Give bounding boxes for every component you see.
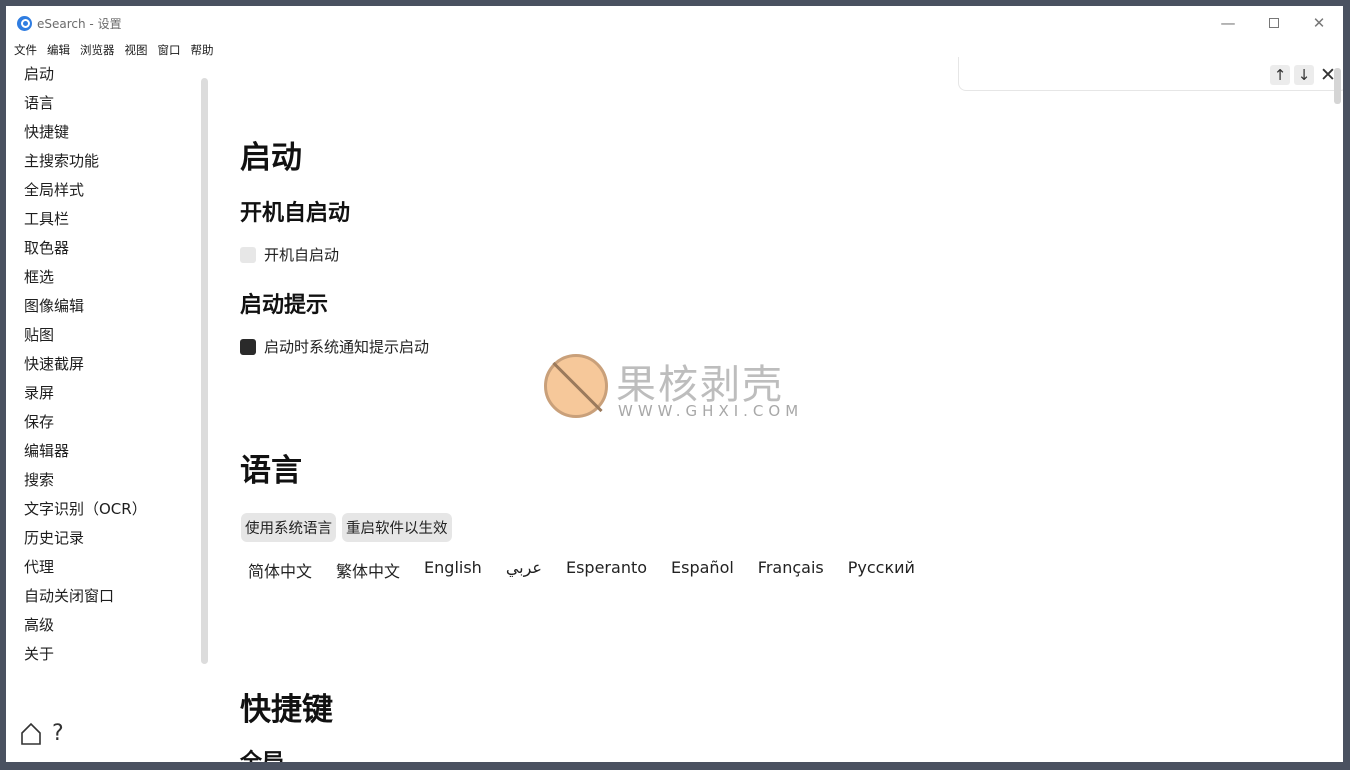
menu-window[interactable]: 窗口 [158, 42, 181, 58]
sidebar-item-editor[interactable]: 编辑器 [24, 441, 204, 470]
sidebar-item-startup[interactable]: 启动 [24, 64, 204, 93]
sidebar-item-toolbar[interactable]: 工具栏 [24, 209, 204, 238]
menu-file[interactable]: 文件 [14, 42, 37, 58]
sidebar-item-about[interactable]: 关于 [24, 644, 204, 673]
sidebar-item-history[interactable]: 历史记录 [24, 528, 204, 557]
section-title-startup: 启动 [240, 140, 302, 176]
sidebar-scrollbar[interactable] [201, 78, 208, 664]
main-scrollbar[interactable] [1334, 68, 1341, 104]
sidebar-item-global-style[interactable]: 全局样式 [24, 180, 204, 209]
find-panel: ↑ ↓ ✕ [958, 57, 1343, 91]
sidebar-item-record[interactable]: 录屏 [24, 383, 204, 412]
sidebar-item-pin[interactable]: 贴图 [24, 325, 204, 354]
maximize-button[interactable] [1257, 12, 1291, 34]
sidebar-item-save[interactable]: 保存 [24, 412, 204, 441]
lang-option[interactable]: Español [671, 558, 734, 582]
lang-option[interactable]: 简体中文 [248, 558, 312, 582]
menu-browser[interactable]: 浏览器 [80, 42, 115, 58]
sidebar-item-proxy[interactable]: 代理 [24, 557, 204, 586]
section-title-shortcuts: 快捷键 [240, 692, 333, 728]
home-icon[interactable] [20, 722, 42, 746]
startup-hint-checkbox[interactable] [240, 338, 256, 355]
sidebar-item-auto-close[interactable]: 自动关闭窗口 [24, 586, 204, 615]
find-prev-button[interactable]: ↑ [1270, 65, 1290, 85]
startup-hint-checkbox-row[interactable]: 启动时系统通知提示启动 [240, 336, 429, 357]
lang-option[interactable]: Esperanto [566, 558, 647, 582]
sidebar-item-selection[interactable]: 框选 [24, 267, 204, 296]
section-title-language: 语言 [240, 453, 302, 489]
sidebar-item-main-search[interactable]: 主搜索功能 [24, 151, 204, 180]
help-icon[interactable]: ? [52, 722, 64, 746]
startup-hint-heading: 启动提示 [240, 293, 329, 318]
sidebar-item-shortcuts[interactable]: 快捷键 [24, 122, 204, 151]
watermark-logo-icon [544, 354, 608, 418]
menu-bar: 文件 编辑 浏览器 视图 窗口 帮助 [14, 42, 224, 58]
restart-to-apply-button[interactable]: 重启软件以生效 [342, 513, 452, 542]
watermark-url: WWW.GHXI.COM [618, 402, 804, 420]
autostart-heading: 开机自启动 [240, 201, 351, 226]
lang-option[interactable]: عربي [506, 558, 542, 582]
menu-view[interactable]: 视图 [125, 42, 148, 58]
sidebar-item-quick-capture[interactable]: 快速截屏 [24, 354, 204, 383]
sidebar-item-search[interactable]: 搜索 [24, 470, 204, 499]
window-title: eSearch - 设置 [37, 17, 122, 31]
shortcuts-global-heading: 全局 [240, 744, 284, 762]
lang-option[interactable]: Français [758, 558, 824, 582]
app-logo-icon [17, 16, 32, 31]
menu-help[interactable]: 帮助 [191, 42, 214, 58]
settings-window: eSearch - 设置 — ✕ 文件 编辑 浏览器 视图 窗口 帮助 启动 语… [6, 6, 1343, 762]
language-options: 简体中文 繁体中文 English عربي Esperanto Español… [248, 558, 915, 582]
use-system-language-button[interactable]: 使用系统语言 [241, 513, 336, 542]
sidebar-item-image-edit[interactable]: 图像编辑 [24, 296, 204, 325]
lang-option[interactable]: 繁体中文 [336, 558, 400, 582]
sidebar-item-ocr[interactable]: 文字识别（OCR） [24, 499, 204, 528]
menu-edit[interactable]: 编辑 [47, 42, 70, 58]
sidebar-item-color-picker[interactable]: 取色器 [24, 238, 204, 267]
maximize-icon [1269, 18, 1279, 28]
lang-option[interactable]: English [424, 558, 482, 582]
sidebar-item-language[interactable]: 语言 [24, 93, 204, 122]
autostart-checkbox[interactable] [240, 246, 256, 263]
sidebar-footer: ? [20, 722, 64, 746]
lang-option[interactable]: Русский [848, 558, 915, 582]
title-bar: eSearch - 设置 — ✕ [6, 6, 1343, 40]
minimize-button[interactable]: — [1211, 12, 1245, 34]
language-actions: 使用系统语言 重启软件以生效 [241, 513, 452, 542]
close-window-button[interactable]: ✕ [1302, 12, 1336, 34]
startup-hint-label: 启动时系统通知提示启动 [264, 338, 430, 356]
autostart-label: 开机自启动 [264, 246, 340, 264]
settings-sidebar: 启动 语言 快捷键 主搜索功能 全局样式 工具栏 取色器 框选 图像编辑 贴图 … [24, 64, 204, 673]
autostart-checkbox-row[interactable]: 开机自启动 [240, 244, 339, 265]
find-next-button[interactable]: ↓ [1294, 65, 1314, 85]
watermark: 果核剥壳 WWW.GHXI.COM [544, 354, 814, 424]
sidebar-item-advanced[interactable]: 高级 [24, 615, 204, 644]
